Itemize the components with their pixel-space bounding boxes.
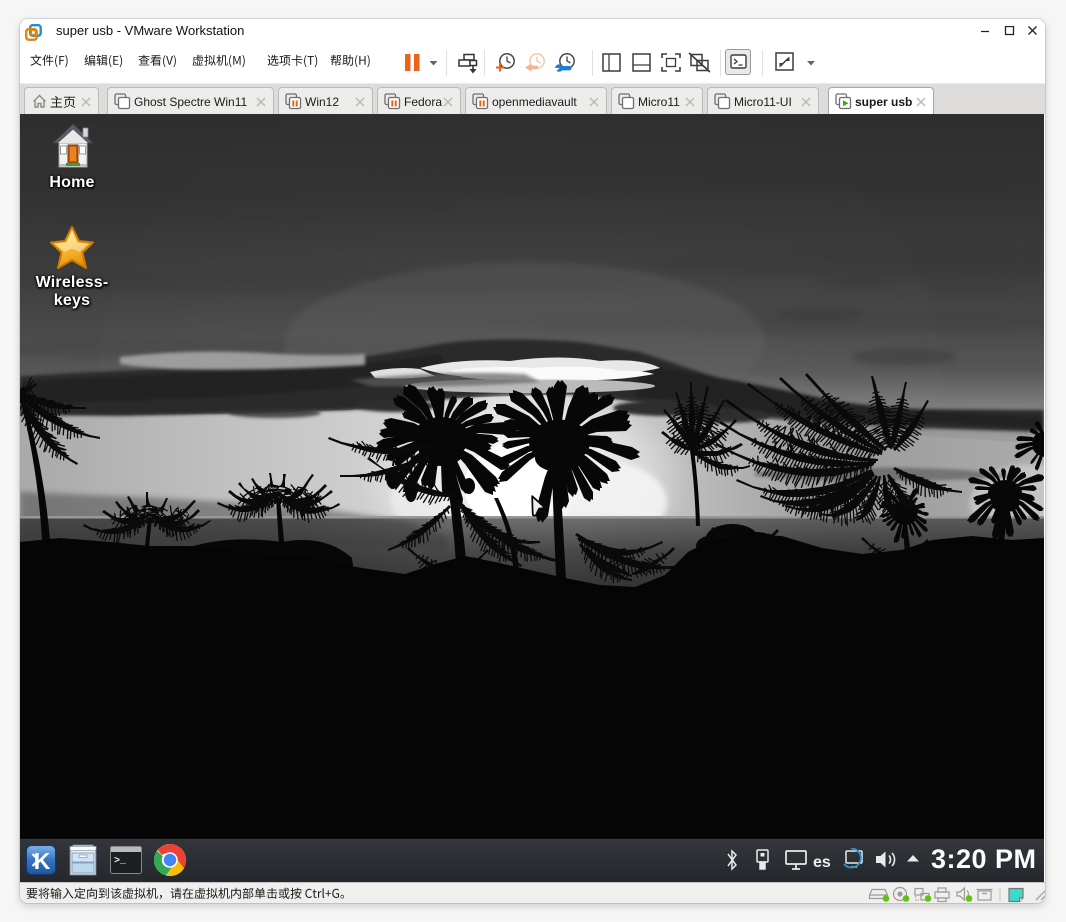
svg-text:>_: >_ [114,856,127,867]
svg-text:es: es [813,854,831,871]
